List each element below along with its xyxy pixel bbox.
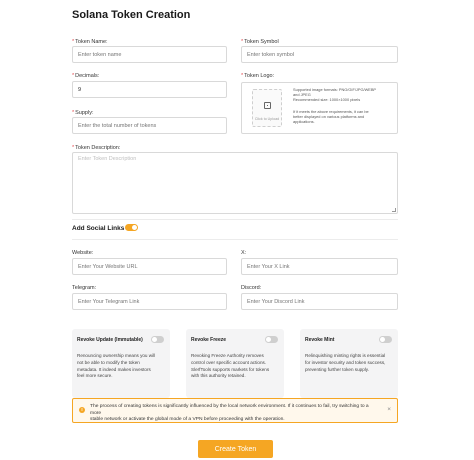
decimals-label-text: Decimals:: [75, 73, 100, 79]
supply-label: *Supply:: [72, 110, 94, 116]
decimals-label: *Decimals:: [72, 73, 99, 79]
revoke-mint-toggle[interactable]: [379, 336, 392, 343]
required-marker: *: [241, 39, 244, 45]
upload-label: Click to Upload: [254, 117, 280, 121]
token-name-input[interactable]: [72, 46, 227, 63]
description-textarea[interactable]: Enter Token Description: [72, 152, 398, 214]
revoke-freeze-toggle[interactable]: [265, 336, 278, 343]
logo-upload-button[interactable]: Click to Upload: [252, 89, 282, 127]
required-marker: *: [72, 110, 75, 116]
decimals-input[interactable]: [72, 81, 227, 98]
description-placeholder: Enter Token Description: [78, 156, 137, 162]
token-logo-panel: Click to Upload Supported image formats:…: [241, 82, 398, 134]
telegram-input[interactable]: [72, 293, 227, 310]
supply-label-text: Supply:: [75, 110, 94, 116]
card-desc-line: not be able to modify the token: [77, 359, 140, 365]
token-symbol-label-text: Token Symbol: [244, 39, 279, 45]
revoke-update-toggle[interactable]: [151, 336, 164, 343]
token-logo-label: *Token Logo:: [241, 73, 274, 79]
x-label: X:: [241, 250, 247, 256]
description-label: *Token Description:: [72, 145, 120, 151]
discord-input[interactable]: [241, 293, 398, 310]
toggle-knob: [132, 225, 137, 230]
revoke-mint-title: Revoke Mint: [305, 337, 335, 343]
required-marker: *: [72, 73, 75, 79]
supply-input[interactable]: [72, 117, 227, 134]
revoke-update-description: Renouncing ownership means you will not …: [77, 353, 165, 380]
token-symbol-label: *Token Symbol: [241, 39, 279, 45]
revoke-freeze-title: Revoke Freeze: [191, 337, 227, 343]
token-symbol-input[interactable]: [241, 46, 398, 63]
social-links-label: Add Social Links: [72, 225, 125, 232]
upload-icon: [264, 102, 271, 109]
card-desc-line: feel more secure.: [77, 373, 113, 379]
revoke-mint-card: Revoke Mint Relinquishing minting rights…: [300, 329, 398, 398]
close-icon[interactable]: ×: [387, 406, 391, 413]
revoke-mint-description: Relinquishing minting rights is essentia…: [305, 353, 393, 373]
alert-line: stable network or activate the global mo…: [90, 417, 285, 423]
card-desc-line: metadata. It indeed makes investors: [77, 366, 151, 372]
create-token-button[interactable]: Create Token: [198, 440, 273, 458]
card-desc-line: preventing further token supply.: [305, 366, 370, 372]
section-divider: [72, 219, 398, 220]
alert-line: The process of creating tokens is signif…: [90, 404, 369, 416]
card-desc-line: for investor security and token success,: [305, 359, 386, 365]
revoke-update-card: Revoke Update (Immutable) Renouncing own…: [72, 329, 170, 398]
section-divider: [72, 239, 398, 240]
description-label-text: Token Description:: [75, 145, 121, 151]
logo-note-line: applications.: [293, 119, 315, 125]
required-marker: *: [72, 39, 75, 45]
card-desc-line: control over specific account actions.: [191, 359, 267, 365]
revoke-freeze-description: Revoking Freeze Authority removes contro…: [191, 353, 279, 380]
website-label: Website:: [72, 250, 94, 256]
required-marker: *: [241, 73, 244, 79]
card-desc-line: with this authority retained.: [191, 373, 246, 379]
token-name-label: *Token Name:: [72, 39, 108, 45]
card-desc-line: Relinquishing minting rights is essentia…: [305, 353, 386, 358]
toggle-knob: [152, 337, 157, 342]
warning-icon: !: [79, 407, 85, 413]
x-input[interactable]: [241, 258, 398, 275]
website-input[interactable]: [72, 258, 227, 275]
discord-label: Discord:: [241, 285, 262, 291]
toggle-knob: [266, 337, 271, 342]
toggle-knob: [380, 337, 385, 342]
card-desc-line: SlerfTools supports markets for tokens: [191, 366, 270, 372]
resize-handle[interactable]: [392, 208, 396, 212]
page-title: Solana Token Creation: [72, 9, 191, 21]
revoke-update-title: Revoke Update (Immutable): [77, 337, 143, 343]
social-links-toggle[interactable]: [125, 224, 138, 231]
alert-message: The process of creating tokens is signif…: [90, 404, 380, 424]
card-desc-line: Revoking Freeze Authority removes: [191, 353, 264, 358]
required-marker: *: [72, 145, 75, 151]
token-name-label-text: Token Name:: [75, 39, 108, 45]
logo-requirements: Supported image formats: PNG/GIF/JPG/WEB…: [293, 87, 393, 124]
telegram-label: Telegram:: [72, 285, 97, 291]
revoke-freeze-card: Revoke Freeze Revoking Freeze Authority …: [186, 329, 284, 398]
network-warning-alert: ! The process of creating tokens is sign…: [72, 398, 398, 423]
card-desc-line: Renouncing ownership means you will: [77, 353, 156, 358]
token-logo-label-text: Token Logo:: [244, 73, 275, 79]
